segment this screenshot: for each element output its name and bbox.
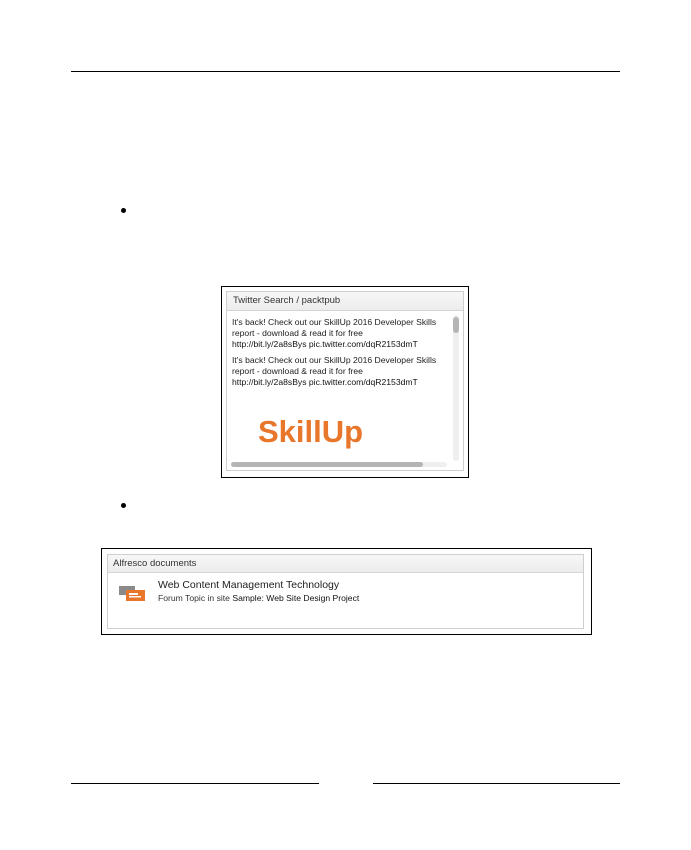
tweet-1: It's back! Check out our SkillUp 2016 De… xyxy=(232,317,457,349)
tweets-vertical-scrollbar[interactable] xyxy=(453,315,459,461)
tweet-2-line2: report - download & read it for free xyxy=(232,365,363,376)
tweet-2-line1: It's back! Check out our SkillUp 2016 De… xyxy=(232,355,437,365)
tweets-horizontal-scrollbar[interactable] xyxy=(231,462,447,467)
document-meta-prefix: Forum Topic in site xyxy=(158,593,233,603)
twitter-widget-body: It's back! Check out our SkillUp 2016 De… xyxy=(227,311,463,470)
alfresco-widget-figure: Alfresco documents Web Content Managemen… xyxy=(101,548,592,635)
tweet-1-line2: report - download & read it for free xyxy=(232,327,363,338)
alfresco-widget-panel: Alfresco documents Web Content Managemen… xyxy=(107,554,584,629)
tweet-1-line1: It's back! Check out our SkillUp 2016 De… xyxy=(232,317,437,327)
vertical-scroll-thumb[interactable] xyxy=(453,317,459,333)
tweet-1-link[interactable]: http://bit.ly/2a8sBys pic.twitter.com/dq… xyxy=(232,339,457,350)
site-name-link[interactable]: Sample: Web Site Design Project xyxy=(232,593,359,603)
footer-rule-left xyxy=(71,783,319,784)
bullet-1 xyxy=(121,208,126,213)
skillup-logo-text: SkillUp xyxy=(258,414,363,449)
document-title-link[interactable]: Web Content Management Technology xyxy=(158,579,339,591)
tweet-2-link[interactable]: http://bit.ly/2a8sBys pic.twitter.com/dq… xyxy=(232,377,457,388)
footer-rule-right xyxy=(373,783,620,784)
twitter-widget-figure: Twitter Search / packtpub It's back! Che… xyxy=(221,286,469,478)
skillup-logo-image: SkillUp xyxy=(258,414,363,449)
horizontal-scroll-thumb[interactable] xyxy=(231,462,423,467)
header-rule xyxy=(71,71,620,72)
bullet-2 xyxy=(121,503,126,508)
document-meta: Forum Topic in site Sample: Web Site Des… xyxy=(158,593,359,603)
alfresco-widget-title: Alfresco documents xyxy=(108,555,583,573)
twitter-widget-panel: Twitter Search / packtpub It's back! Che… xyxy=(226,291,464,471)
tweet-2: It's back! Check out our SkillUp 2016 De… xyxy=(232,355,457,387)
twitter-widget-title: Twitter Search / packtpub xyxy=(227,292,463,311)
forum-topic-icon xyxy=(119,586,145,601)
